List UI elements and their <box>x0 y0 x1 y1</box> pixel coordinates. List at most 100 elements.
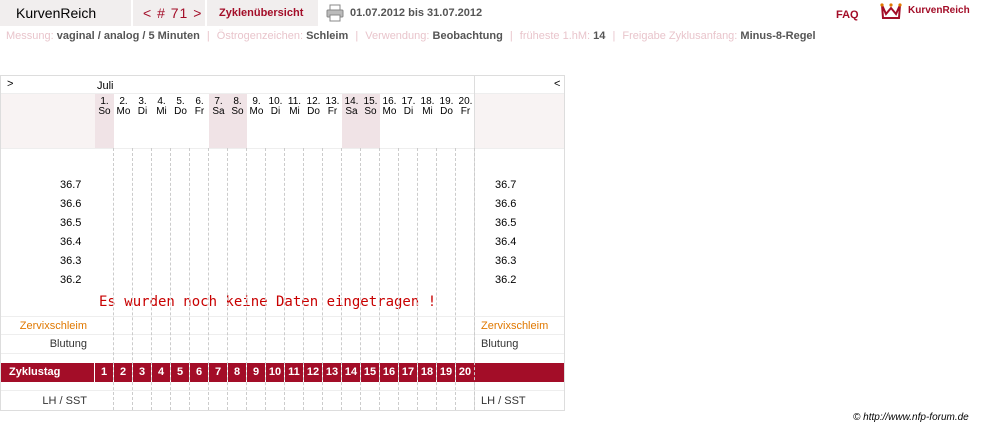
cycle-day-number: 20 <box>458 366 472 378</box>
day-column-header[interactable]: 2. Mo <box>114 94 133 148</box>
day-grid-line <box>170 148 171 410</box>
weekday-label: Do <box>174 106 187 117</box>
weekday-label: Do <box>307 106 320 117</box>
month-label: Juli <box>97 80 114 92</box>
day-column-header[interactable]: 19. Do <box>437 94 456 148</box>
weekday-label: Mo <box>382 106 397 117</box>
temperature-tick-right: 36.4 <box>495 236 517 248</box>
day-grid-line <box>265 148 266 410</box>
cycle-day-number: 17 <box>401 366 415 378</box>
day-grid-line <box>322 148 323 410</box>
weekday-label: Mo <box>249 106 264 117</box>
weekday-label: Di <box>403 106 414 117</box>
no-data-message: Es wurden noch keine Daten eingetragen ! <box>99 294 437 310</box>
cycle-day-bar: Zyklustag 1 2 3 4 5 6 7 8 9 10 11 12 13 14 15 16 17 18 19 2… <box>1 363 564 382</box>
day-column-header[interactable]: 11. Mi <box>285 94 304 148</box>
logo-text[interactable]: KurvenReich <box>908 5 970 16</box>
separator: | <box>509 30 513 42</box>
day-grid-line <box>341 148 342 410</box>
temperature-tick-left: 36.6 <box>60 198 82 210</box>
weekday-label: Mi <box>422 106 433 117</box>
weekday-label: Sa <box>212 106 225 117</box>
brand-title[interactable]: KurvenReich <box>0 0 131 26</box>
day-column-header[interactable]: 9. Mo <box>247 94 266 148</box>
cycle-day-number: 10 <box>268 366 282 378</box>
lh-test-label-left: LH / SST <box>42 395 87 407</box>
day-column-header[interactable]: 6. Fr <box>190 94 209 148</box>
temperature-tick-right: 36.2 <box>495 274 517 286</box>
day-column-header[interactable]: 16. Mo <box>380 94 399 148</box>
cycle-day-number: 6 <box>195 366 203 378</box>
release-value: Minus-8-Regel <box>740 30 816 42</box>
cycle-day-number: 19 <box>439 366 453 378</box>
day-grid-line <box>417 148 418 410</box>
grid-line <box>1 316 564 317</box>
previous-cycle-arrow[interactable]: > <box>7 78 13 90</box>
weekday-label: Do <box>440 106 453 117</box>
temperature-tick-left: 36.3 <box>60 255 82 267</box>
next-cycle-arrow[interactable]: < <box>554 78 560 90</box>
day-grid-line <box>189 148 190 410</box>
day-grid-line <box>208 148 209 410</box>
day-column-header[interactable]: 8. So <box>228 94 247 148</box>
day-column-header[interactable]: 20. Fr <box>456 94 475 148</box>
cycle-chart: > Juli < 36.7 36.6 36.5 36.4 36.3 36.2 36.7 36… <box>0 75 565 411</box>
day-column-header[interactable]: 17. Di <box>399 94 418 148</box>
cycle-day-number: 11 <box>288 366 300 378</box>
bleeding-label-right: Blutung <box>481 338 519 350</box>
cycle-day-separator <box>94 363 95 382</box>
cycle-day-number: 4 <box>157 366 165 378</box>
grid-line <box>1 353 564 354</box>
copyright-link[interactable]: © http://www.nfp-forum.de <box>853 412 969 423</box>
weekday-label: So <box>231 106 244 117</box>
day-column-header[interactable]: 18. Mi <box>418 94 437 148</box>
cycle-day-number: 3 <box>138 366 146 378</box>
day-grid-line <box>455 148 456 410</box>
usage-label: Verwendung: <box>365 30 430 42</box>
cervix-label-left: Zervixschleim <box>19 320 87 332</box>
cycle-day-number: 1 <box>100 366 108 378</box>
faq-link[interactable]: FAQ <box>836 9 859 21</box>
date-range: 01.07.2012 bis 31.07.2012 <box>350 7 483 19</box>
day-column-header[interactable]: 5. Do <box>171 94 190 148</box>
cycle-day-number: 12 <box>306 366 320 378</box>
day-column-header[interactable]: 1. So <box>95 94 114 148</box>
cycle-day-number: 13 <box>325 366 339 378</box>
day-column-header[interactable]: 4. Mi <box>152 94 171 148</box>
earliest-label: früheste 1.hM: <box>519 30 591 42</box>
temperature-tick-right: 36.6 <box>495 198 517 210</box>
day-column-header[interactable]: 10. Di <box>266 94 285 148</box>
day-grid-line <box>284 148 285 410</box>
measurement-value: vaginal / analog / 5 Minuten <box>56 30 200 42</box>
weekday-label: So <box>98 106 111 117</box>
estrogen-value: Schleim <box>306 30 349 42</box>
day-column-header[interactable]: 7. Sa <box>209 94 228 148</box>
weekday-label: So <box>364 106 377 117</box>
top-bar: KurvenReich < # 71 > Zyklenübersicht 01.… <box>0 0 981 26</box>
day-grid-line <box>398 148 399 410</box>
day-column-header[interactable]: 13. Fr <box>323 94 342 148</box>
earliest-value: 14 <box>593 30 606 42</box>
weekday-label: Fr <box>327 106 338 117</box>
day-grid-line <box>113 148 114 410</box>
right-column-header <box>475 94 564 148</box>
day-column-header[interactable]: 3. Di <box>133 94 152 148</box>
usage-value: Beobachtung <box>432 30 503 42</box>
crown-logo-icon[interactable] <box>880 2 902 20</box>
cycle-navigation[interactable]: < # 71 > <box>133 0 205 26</box>
temperature-tick-right: 36.3 <box>495 255 517 267</box>
printer-icon[interactable] <box>326 4 344 22</box>
day-grid-line <box>360 148 361 410</box>
cycle-overview-tab[interactable]: Zyklenübersicht <box>207 0 318 26</box>
day-column-header[interactable]: 15. So <box>361 94 380 148</box>
temperature-tick-left: 36.7 <box>60 179 82 191</box>
day-column-header[interactable]: 12. Do <box>304 94 323 148</box>
day-grid-line <box>474 148 475 410</box>
temperature-tick-left: 36.5 <box>60 217 82 229</box>
grid-line <box>1 148 564 149</box>
lh-test-label-right: LH / SST <box>481 395 526 407</box>
cycle-day-number: 2 <box>119 366 127 378</box>
cycle-day-number: 5 <box>176 366 184 378</box>
day-column-header[interactable]: 14. Sa <box>342 94 361 148</box>
cervix-label-right: Zervixschleim <box>481 320 549 332</box>
